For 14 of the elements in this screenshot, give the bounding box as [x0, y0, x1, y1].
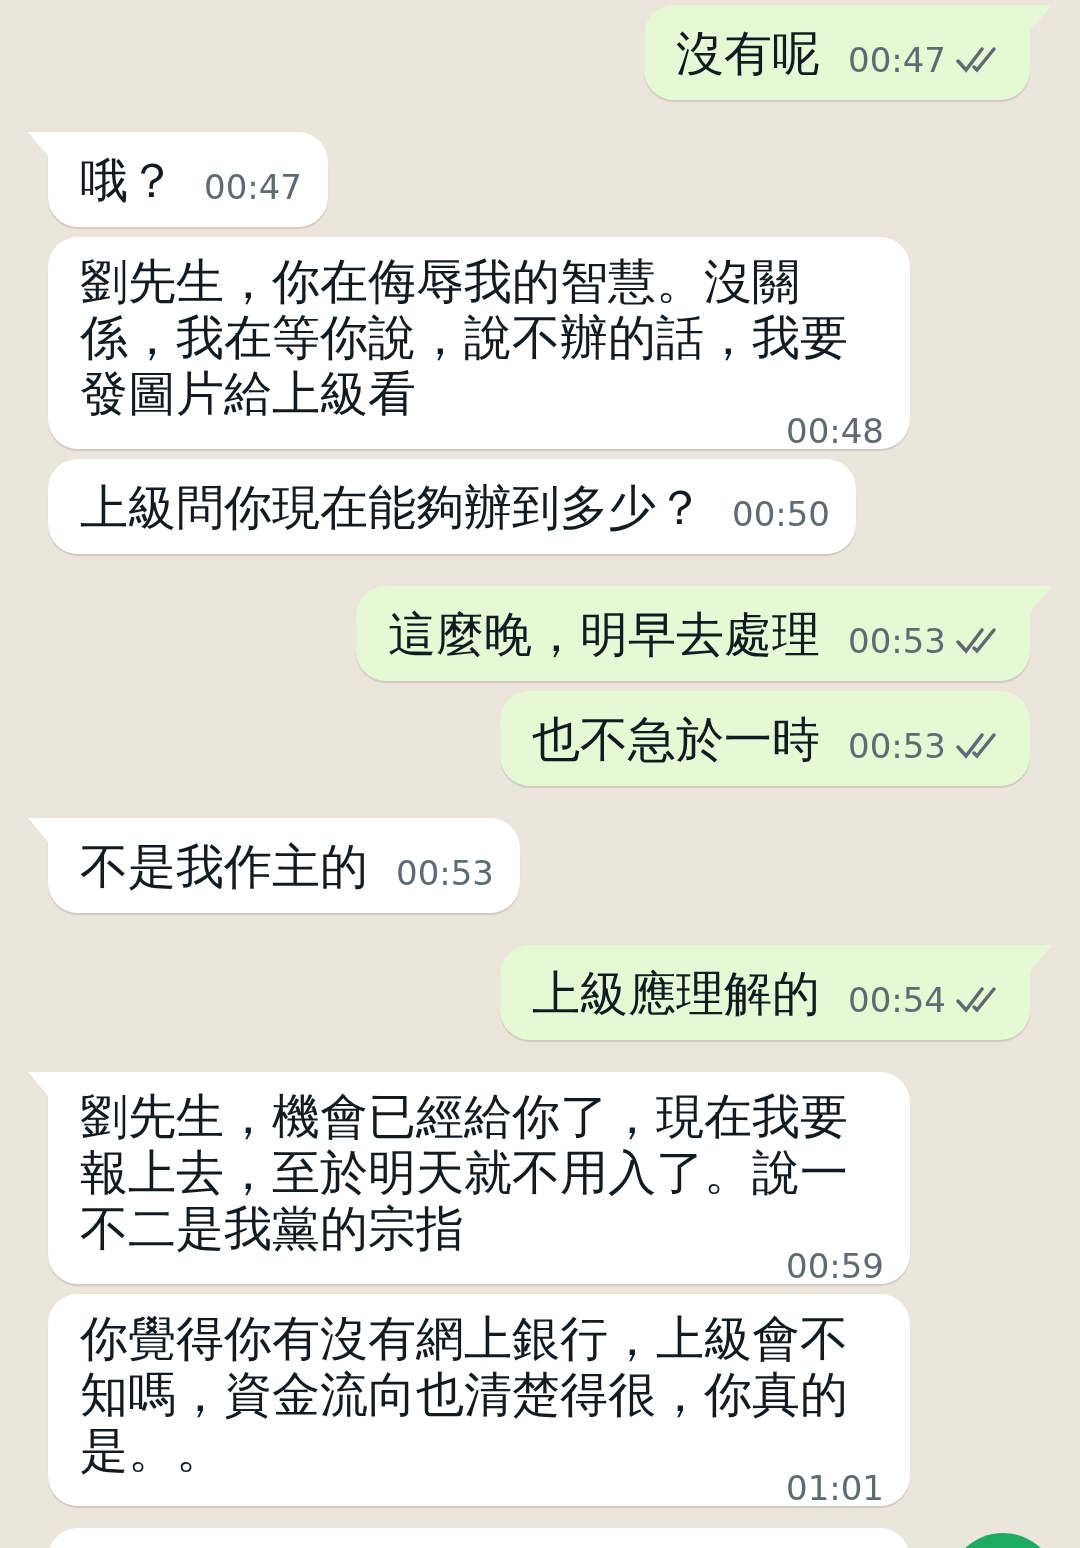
message-time: 00:47: [848, 40, 946, 80]
message-text: 不是我作主的: [80, 838, 368, 895]
message-text: 上級應理解的: [532, 965, 820, 1022]
message-text: 哦？: [80, 152, 176, 209]
message-time: 00:53: [848, 726, 946, 766]
message-time: 00:53: [848, 621, 946, 661]
message-time: 00:50: [732, 494, 830, 534]
message-text: 上級問你現在能夠辦到多少？: [80, 479, 704, 536]
message-text: 沒有呢: [676, 25, 820, 82]
message-text: 也不急於一時: [532, 711, 820, 768]
message-text: 這麼晚，明早去處理: [388, 606, 820, 663]
message-time: 00:54: [848, 980, 946, 1020]
message-time: 00:47: [204, 167, 302, 207]
message-time: 00:53: [396, 853, 494, 893]
